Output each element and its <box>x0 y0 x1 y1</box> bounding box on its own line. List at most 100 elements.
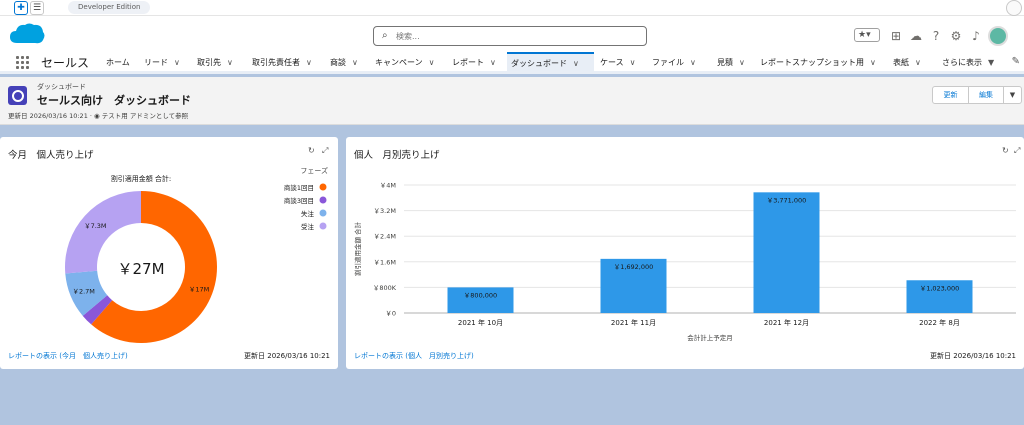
nav-tab-label: 商談 <box>330 58 346 67</box>
global-add-icon[interactable]: ⊞ <box>888 28 904 44</box>
chevron-down-icon[interactable]: ∨ <box>573 59 579 68</box>
legend-title: フェーズ <box>300 166 328 175</box>
nav-tab-label: さらに表示 <box>942 58 982 67</box>
legend-label: 失注 <box>301 209 315 218</box>
top-avatar[interactable] <box>1006 0 1022 16</box>
chevron-down-icon[interactable]: ∨ <box>870 58 876 67</box>
app-launcher-icon[interactable] <box>16 56 29 69</box>
nav-tab[interactable]: リード ∨ <box>144 52 180 74</box>
global-header: ⌕ ★▾ ⊞ ☁ ? ⚙ ♪ <box>0 16 1024 52</box>
donut-data-label: ￥2.7M <box>72 288 94 296</box>
refresh-icon[interactable]: ↻ <box>1002 146 1009 155</box>
bar <box>753 192 820 313</box>
donut-chart-card: 今月 個人売り上げ ↻ ⤢ 割引適用金額 合計: ￥17M ￥2.7M ￥7.3M ￥2… <box>0 137 338 369</box>
edit-button[interactable]: 編集 <box>968 86 1004 104</box>
chevron-down-icon[interactable]: ▼ <box>988 58 994 67</box>
view-report-link[interactable]: レポートの表示 (今月 個人売り上げ) <box>8 351 128 361</box>
view-report-link[interactable]: レポートの表示 (個人 月別売り上げ) <box>354 351 474 361</box>
nav-tab[interactable]: ホーム <box>106 52 130 74</box>
donut-title: 割引適用金額 合計: <box>111 174 172 183</box>
trailhead-icon[interactable]: ☁ <box>908 28 924 44</box>
y-tick-label: ￥0 <box>385 310 396 318</box>
legend-swatch <box>319 196 327 204</box>
search-input[interactable] <box>396 29 636 43</box>
nav-tab[interactable]: 取引先責任者 ∨ <box>252 52 312 74</box>
bar-data-label: ￥800,000 <box>464 291 497 299</box>
dashboard-page-header: ダッシュボード セールス向け ダッシュボード 更新日 2026/03/16 10… <box>0 77 1024 125</box>
bar-data-label: ￥1,692,000 <box>614 263 654 271</box>
hamburger-icon[interactable]: ☰ <box>30 1 44 15</box>
dashboard-icon <box>8 86 27 105</box>
expand-icon[interactable]: ⤢ <box>322 146 328 156</box>
chevron-down-icon[interactable]: ∨ <box>490 58 496 67</box>
donut-data-label: ￥17M <box>189 286 209 294</box>
legend-swatch <box>319 222 327 230</box>
nav-tab-label: ダッシュボード <box>511 59 567 68</box>
chevron-down-icon[interactable]: ∨ <box>630 58 636 67</box>
nav-tab-label: 取引先 <box>197 58 221 67</box>
favorites-star-icon[interactable]: ★▾ <box>854 28 880 42</box>
header-actions: ★▾ ⊞ ☁ ? ⚙ ♪ <box>854 26 1024 46</box>
chevron-down-icon[interactable]: ∨ <box>352 58 358 67</box>
nav-tab[interactable]: 表紙 ∨ <box>893 52 921 74</box>
legend-swatch <box>319 183 327 191</box>
more-actions-button[interactable]: ▼ <box>1003 86 1022 104</box>
app-name: セールス <box>41 56 90 70</box>
nav-tab[interactable]: 取引先 ∨ <box>197 52 233 74</box>
header-button-group: 更新 編集 ▼ <box>932 86 1022 104</box>
chevron-down-icon[interactable]: ∨ <box>915 58 921 67</box>
refresh-icon[interactable]: ↻ <box>308 146 315 155</box>
donut-chart[interactable]: 割引適用金額 合計: ￥17M ￥2.7M ￥7.3M ￥27M フェーズ商談1回目商談3… <box>0 161 338 361</box>
app-navigation-bar: セールス ホーム リード ∨ 取引先 ∨ 取引先責任者 ∨ 商談 ∨ キャンペーン ∨ レポート ∨ ダッ… <box>0 52 1024 74</box>
legend-label: 受注 <box>301 222 315 231</box>
nav-tab-label: 取引先責任者 <box>252 58 300 67</box>
nav-tab-label: 表紙 <box>893 58 909 67</box>
nav-tab-label: キャンペーン <box>375 58 423 67</box>
legend-label: 商談3回目 <box>284 196 314 205</box>
nav-tab[interactable]: キャンペーン ∨ <box>375 52 434 74</box>
nav-tab[interactable]: レポート ∨ <box>452 52 496 74</box>
chevron-down-icon[interactable]: ∨ <box>739 58 745 67</box>
last-updated: 更新日 2026/03/16 10:21 <box>930 352 1016 360</box>
chevron-down-icon[interactable]: ∨ <box>429 58 435 67</box>
nav-tab-label: レポートスナップショット用 <box>760 58 864 67</box>
expand-icon[interactable]: ⤢ <box>1014 146 1020 156</box>
nav-tab[interactable]: ケース ∨ <box>600 52 635 74</box>
nav-tab[interactable]: ファイル ∨ <box>652 52 696 74</box>
global-search[interactable]: ⌕ <box>373 26 647 46</box>
salesforce-cloud-logo[interactable] <box>8 21 46 47</box>
nav-tab-label: 見積 <box>717 58 733 67</box>
x-axis-label: 会計計上予定月 <box>687 333 733 342</box>
notification-bell-icon[interactable]: ♪ <box>968 28 984 44</box>
chevron-down-icon[interactable]: ∨ <box>174 58 180 67</box>
nav-tab-label: リード <box>144 58 168 67</box>
page-title: セールス向け ダッシュボード <box>37 94 191 107</box>
chevron-down-icon[interactable]: ∨ <box>690 58 696 67</box>
nav-tab[interactable]: レポートスナップショット用 ∨ <box>760 52 876 74</box>
y-axis-label: 割引適用金額 合計 <box>353 221 362 276</box>
y-tick-label: ￥800K <box>373 284 397 292</box>
setup-gear-icon[interactable]: ⚙ <box>948 28 964 44</box>
nav-tab-label: ファイル <box>652 58 684 67</box>
nav-tab[interactable]: ダッシュボード ∨ <box>507 52 594 74</box>
y-tick-label: ￥3.2M <box>374 207 396 215</box>
refresh-button[interactable]: 更新 <box>932 86 969 104</box>
y-tick-label: ￥1.6M <box>374 258 396 266</box>
edit-nav-pencil-icon[interactable]: ✎ <box>1012 56 1020 67</box>
donut-data-label: ￥7.3M <box>84 222 106 230</box>
chevron-down-icon[interactable]: ∨ <box>306 58 312 67</box>
nav-tab-label: ホーム <box>106 58 130 67</box>
plus-icon[interactable]: ✚ <box>14 1 28 15</box>
nav-tab[interactable]: 見積 ∨ <box>717 52 745 74</box>
object-type-label: ダッシュボード <box>37 83 86 91</box>
y-tick-label: ￥4M <box>380 182 396 190</box>
bar-chart-card: 個人 月別売り上げ ↻ ⤢ ￥0 ￥800K ￥1.6M ￥2.4M ￥3.2M ￥4M 割… <box>346 137 1024 369</box>
user-avatar[interactable] <box>988 26 1008 46</box>
x-tick-label: 2021 年 12月 <box>764 318 809 327</box>
chevron-down-icon[interactable]: ∨ <box>227 58 233 67</box>
bar-chart[interactable]: ￥0 ￥800K ￥1.6M ￥2.4M ￥3.2M ￥4M 割引適用金額 合計 ￥800,0… <box>346 165 1024 355</box>
nav-tab[interactable]: 商談 ∨ <box>330 52 358 74</box>
x-tick-label: 2021 年 11月 <box>611 318 656 327</box>
nav-tab[interactable]: さらに表示 ▼ <box>942 52 994 74</box>
help-icon[interactable]: ? <box>928 28 944 44</box>
